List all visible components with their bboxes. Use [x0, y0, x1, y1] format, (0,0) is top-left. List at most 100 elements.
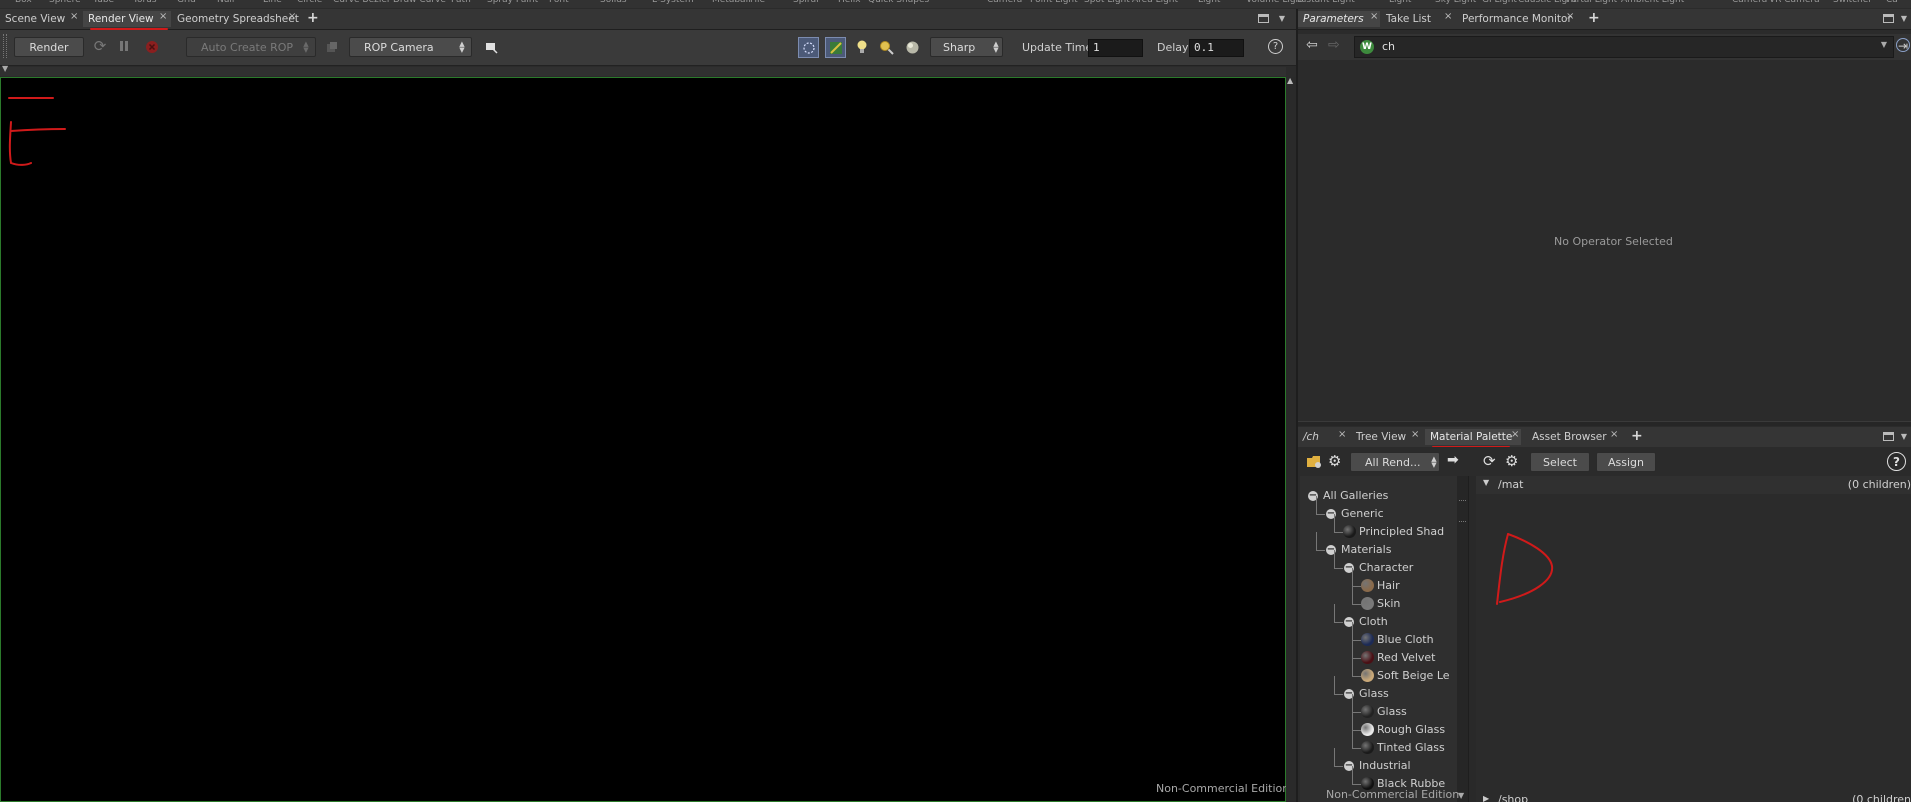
network-settings-gear-icon[interactable]: ⚙ [1505, 452, 1518, 470]
shelf-tool-27[interactable]: Light [1389, 0, 1411, 5]
shelf-tool-12[interactable]: Font [549, 0, 569, 5]
tree-folder[interactable]: − Generic [1300, 505, 1457, 523]
shelf-tool-10[interactable]: Path [451, 0, 471, 5]
shelf-tool-21[interactable]: Point Light [1030, 0, 1078, 5]
tab-tree-view[interactable]: Tree View [1351, 429, 1411, 445]
tree-material[interactable]: Tinted Glass [1300, 739, 1457, 757]
render-button[interactable]: Render [14, 37, 84, 57]
shelf-tool-26[interactable]: Distant Light [1297, 0, 1355, 5]
help-icon[interactable]: ? [1268, 39, 1283, 54]
shelf-tool-24[interactable]: Light [1198, 0, 1220, 5]
delay-field[interactable]: 0.1 [1189, 39, 1244, 57]
tree-material[interactable]: Skin [1300, 595, 1457, 613]
shelf-tool-18[interactable]: Helix [838, 0, 861, 5]
auto-create-rop-menu[interactable]: Auto Create ROP [186, 37, 316, 57]
pane-layout-icon[interactable] [1258, 14, 1269, 23]
tab-parameters-close[interactable]: × [1370, 11, 1378, 22]
shelf-tool-33[interactable]: Camera [1732, 0, 1767, 5]
snapshot-toggle-icon[interactable] [798, 37, 819, 58]
tab-asset-browser-close[interactable]: × [1610, 429, 1618, 440]
assign-button[interactable]: Assign [1596, 452, 1656, 472]
collapse-arrow-icon[interactable]: ▼ [2, 64, 8, 73]
shelf-tool-1[interactable]: Sphere [49, 0, 81, 5]
add-tab-button[interactable]: + [1588, 10, 1600, 26]
add-tab-button[interactable]: + [307, 10, 319, 26]
shelf-tool-31[interactable]: Portal Light [1566, 0, 1617, 5]
shelf-tool-3[interactable]: Torus [133, 0, 157, 5]
shelf-tool-22[interactable]: Spot Light [1084, 0, 1130, 5]
tab-geometry-spreadsheet[interactable]: Geometry Spreadsheet [172, 11, 304, 27]
shelf-tool-6[interactable]: Line [263, 0, 282, 5]
shelf-tool-32[interactable]: Ambient Light [1621, 0, 1684, 5]
add-to-network-arrow-icon[interactable]: ➡ [1447, 452, 1459, 468]
shelf-tool-2[interactable]: Tube [93, 0, 114, 5]
shelf-tool-14[interactable]: L-System [652, 0, 694, 5]
tab-render-view[interactable]: Render View [83, 11, 171, 27]
add-tab-button[interactable]: + [1631, 428, 1643, 444]
tab-take-list[interactable]: Take List [1381, 11, 1436, 27]
preview-toggle-icon[interactable] [825, 37, 846, 58]
shelf-tool-4[interactable]: Grid [177, 0, 196, 5]
horizontal-splitter[interactable] [1298, 421, 1911, 426]
tab-take-list-close[interactable]: × [1444, 11, 1452, 22]
network-path-field[interactable]: W ch ▼ [1354, 36, 1894, 58]
refresh-icon[interactable]: ⟳ [92, 37, 108, 55]
tree-material[interactable]: Hair [1300, 577, 1457, 595]
update-time-field[interactable]: 1 [1088, 39, 1143, 57]
tree-material[interactable]: Soft Beige Le [1300, 667, 1457, 685]
collapse-arrow-icon[interactable]: ▼ [1483, 478, 1489, 487]
tab-tree-view-close[interactable]: × [1411, 429, 1419, 440]
shelf-tool-16[interactable]: File [750, 0, 765, 5]
tab-ch-network[interactable]: /ch [1298, 429, 1324, 445]
pane-menu-chevron-icon[interactable]: ▼ [1277, 13, 1287, 23]
tree-material[interactable]: Rough Glass [1300, 721, 1457, 739]
shelf-tool-23[interactable]: Area Light [1132, 0, 1178, 5]
pane-layout-icon[interactable] [1883, 432, 1894, 441]
tab-material-palette[interactable]: Material Palette [1425, 429, 1521, 445]
shelf-tool-36[interactable]: Ca [1886, 0, 1898, 5]
shelf-tool-25[interactable]: Volume Light [1246, 0, 1305, 5]
expand-arrow-icon[interactable]: ▶ [1483, 794, 1489, 802]
stop-render-icon[interactable] [144, 39, 159, 54]
tree-material[interactable]: Glass [1300, 703, 1457, 721]
forward-arrow-icon[interactable]: ⇨ [1328, 37, 1340, 53]
tab-render-view-close[interactable]: × [159, 11, 167, 22]
shelf-tool-8[interactable]: Curve Bezier [333, 0, 391, 5]
shelf-tool-13[interactable]: Solids [600, 0, 627, 5]
tab-performance-monitor[interactable]: Performance Monitor [1457, 11, 1577, 27]
zoom-icon[interactable] [878, 38, 895, 56]
shelf-tool-5[interactable]: Null [217, 0, 234, 5]
tab-asset-browser[interactable]: Asset Browser [1527, 429, 1612, 445]
shelf-tool-9[interactable]: Draw Curve [393, 0, 446, 5]
help-icon[interactable]: ? [1887, 452, 1906, 471]
tree-folder[interactable]: − Glass [1300, 685, 1457, 703]
tree-folder[interactable]: − Materials [1300, 541, 1457, 559]
pause-icon[interactable] [117, 39, 131, 53]
scroll-thumb[interactable] [1459, 500, 1466, 522]
tab-scene-view[interactable]: Scene View [0, 11, 70, 27]
gallery-tree-scrollbar[interactable]: ▼ [1457, 476, 1468, 802]
shelf-tool-20[interactable]: Camera [987, 0, 1022, 5]
shelf-tool-11[interactable]: Spray Paint [487, 0, 538, 5]
material-network-view[interactable]: ▼ /mat (0 children) ▶ /shop (0 children [1476, 476, 1911, 802]
light-bulb-icon[interactable] [853, 38, 870, 56]
viewport-scrollbar[interactable]: ▲ [1286, 76, 1296, 802]
refresh-icon[interactable]: ⟳ [1483, 452, 1496, 470]
camera-menu-icon[interactable] [483, 39, 498, 54]
shelf-tool-17[interactable]: Spiral [793, 0, 819, 5]
path-dropdown-chevron-icon[interactable]: ▼ [1881, 40, 1887, 49]
tree-folder[interactable]: − Character [1300, 559, 1457, 577]
pane-menu-chevron-icon[interactable]: ▼ [1899, 13, 1909, 23]
select-button[interactable]: Select [1530, 452, 1590, 472]
tree-folder[interactable]: − Industrial [1300, 757, 1457, 775]
shelf-tool-29[interactable]: GI Light [1482, 0, 1517, 5]
tab-material-palette-close[interactable]: × [1511, 429, 1519, 440]
shelf-tool-7[interactable]: Circle [297, 0, 322, 5]
shelf-tool-15[interactable]: Metaball [712, 0, 751, 5]
shelf-tool-28[interactable]: Sky Light [1435, 0, 1476, 5]
scroll-up-arrow-icon[interactable]: ▲ [1287, 76, 1293, 85]
tree-material[interactable]: Red Velvet [1300, 649, 1457, 667]
render-viewport[interactable]: Non-Commercial Edition [0, 77, 1289, 802]
shelf-tool-19[interactable]: Quick Shapes [868, 0, 929, 5]
back-arrow-icon[interactable]: ⇦ [1306, 37, 1318, 53]
